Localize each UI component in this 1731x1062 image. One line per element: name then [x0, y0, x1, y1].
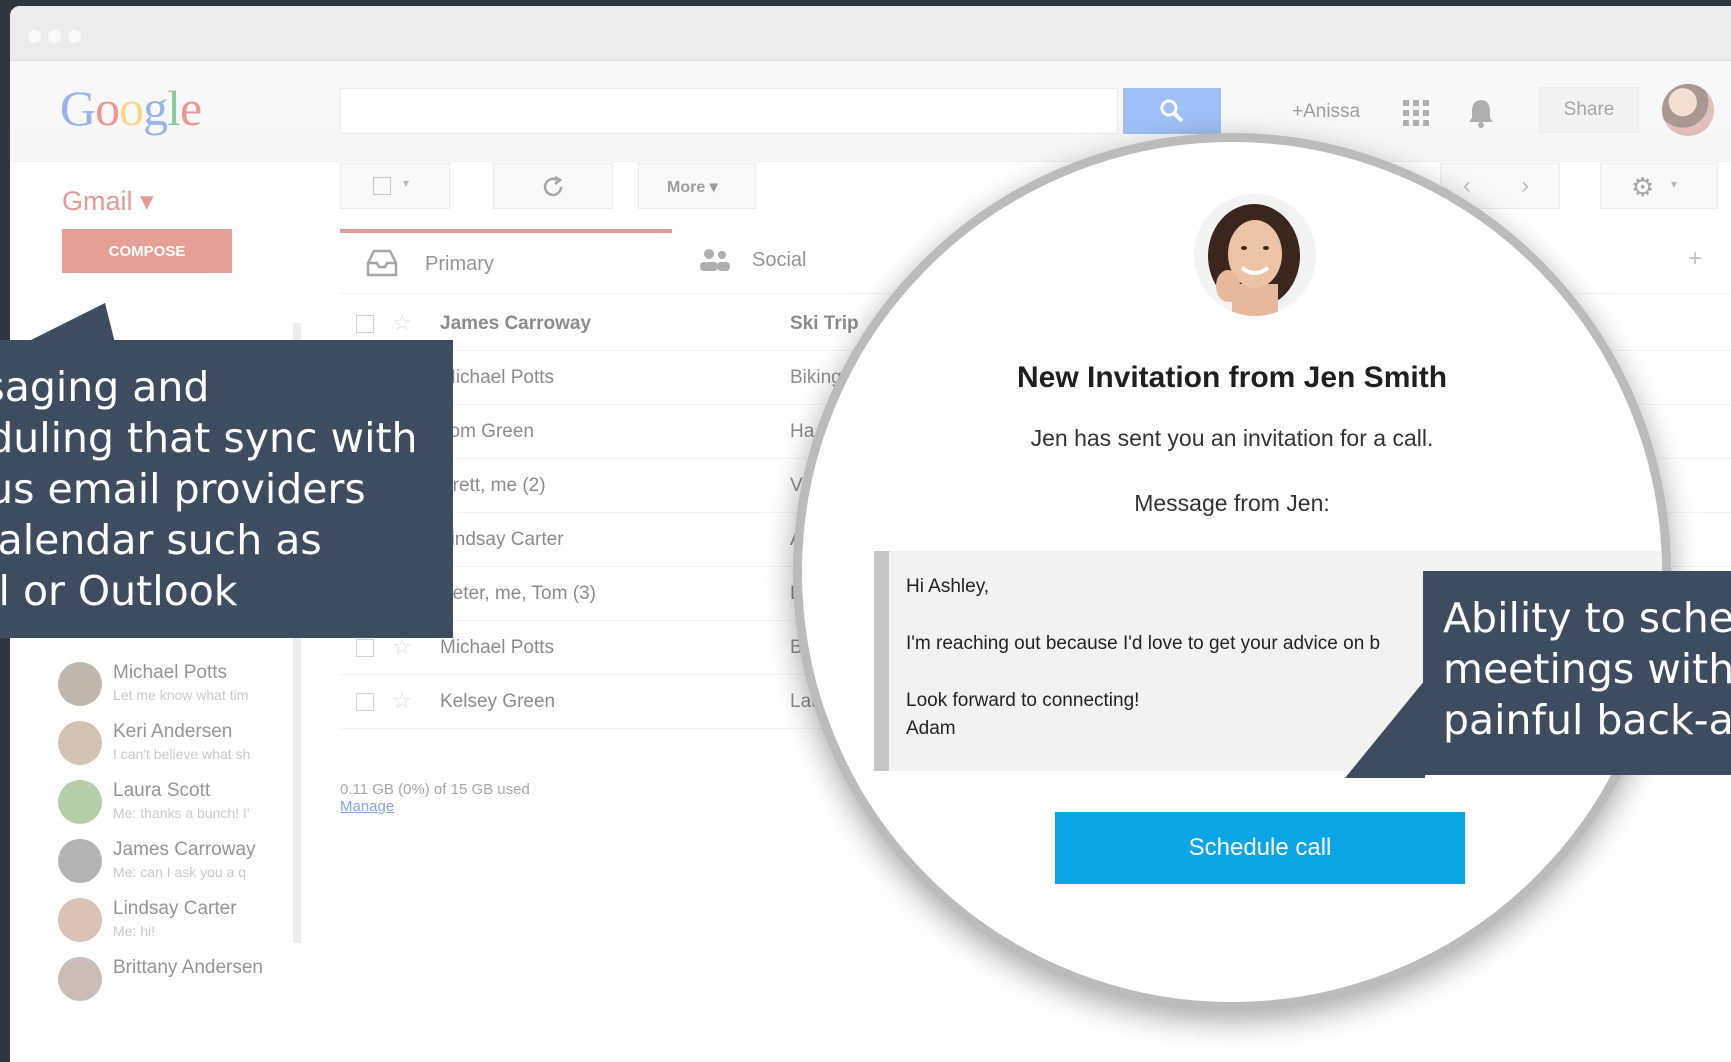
- callout-right: Ability to sched meetings witho painful …: [1423, 571, 1731, 775]
- row-checkbox[interactable]: [356, 639, 374, 657]
- gmail-menu[interactable]: Gmail ▾: [62, 186, 154, 217]
- chevron-down-icon: ▾: [403, 176, 410, 190]
- callout-right-pointer: [1345, 680, 1425, 778]
- logo-letter: e: [180, 80, 202, 136]
- row-sender: Michael Potts: [440, 367, 555, 388]
- window-titlebar: [10, 6, 1731, 61]
- inbox-icon: [366, 249, 398, 277]
- apps-grid-icon[interactable]: [1402, 99, 1430, 127]
- contact-snippet: Let me know what tim: [113, 687, 249, 703]
- chevron-right-icon[interactable]: ›: [1521, 172, 1529, 200]
- list-item[interactable]: Brittany Andersen: [58, 951, 288, 1009]
- row-sender: Brett, me (2): [440, 475, 546, 496]
- tab-primary[interactable]: Primary: [340, 229, 672, 293]
- callout-left: ssaging and eduling that sync with ous e…: [0, 340, 453, 638]
- row-checkbox[interactable]: [356, 315, 374, 333]
- manage-storage-link[interactable]: Manage: [340, 798, 530, 815]
- row-sender: Lindsay Carter: [440, 529, 564, 550]
- row-sender: James Carroway: [440, 313, 592, 334]
- star-icon[interactable]: ☆: [392, 688, 412, 714]
- row-checkbox[interactable]: [356, 693, 374, 711]
- google-logo[interactable]: Google: [60, 79, 202, 137]
- list-item[interactable]: Lindsay Carter Me: hi!: [58, 892, 288, 950]
- invitation-subtitle: Jen has sent you an invitation for a cal…: [1030, 425, 1434, 451]
- account-avatar[interactable]: [1662, 84, 1714, 136]
- add-tab-icon[interactable]: +: [1688, 245, 1702, 273]
- window-maximize-dot[interactable]: [68, 30, 81, 43]
- tab-label: Social: [752, 249, 807, 271]
- list-item[interactable]: James Carroway Me: can I ask you a q: [58, 833, 288, 891]
- avatar: [58, 898, 102, 942]
- search-icon: [1160, 99, 1184, 123]
- row-sender: Kelsey Green: [440, 691, 556, 712]
- callout-left-text: ssaging and eduling that sync with ous e…: [0, 363, 418, 615]
- avatar: [58, 721, 102, 765]
- message-line: Look forward to connecting!: [906, 690, 1140, 711]
- logo-letter: l: [167, 80, 181, 136]
- contact-snippet: Me: can I ask you a q: [113, 864, 247, 880]
- list-item[interactable]: Laura Scott Me: thanks a bunch! I': [58, 774, 288, 832]
- chevron-down-icon: ▾: [1671, 177, 1678, 191]
- contact-snippet: I can't believe what sh: [113, 746, 251, 762]
- select-checkbox-dropdown[interactable]: ▾: [340, 163, 450, 209]
- share-button[interactable]: Share: [1539, 87, 1639, 133]
- row-sender: Tom Green: [440, 421, 534, 442]
- chevron-left-icon[interactable]: ‹: [1463, 172, 1471, 200]
- compose-button[interactable]: COMPOSE: [62, 229, 232, 273]
- list-item[interactable]: Michael Potts Let me know what tim: [58, 656, 288, 714]
- message-line: I'm reaching out because I'd love to get…: [906, 633, 1381, 654]
- logo-letter: G: [60, 80, 96, 136]
- checkbox-icon: [373, 177, 391, 195]
- contact-name: Laura Scott: [113, 780, 211, 801]
- message-line: Adam: [906, 718, 956, 739]
- callout-right-text: Ability to sched meetings witho painful …: [1443, 594, 1731, 744]
- more-button[interactable]: More ▾: [638, 163, 756, 209]
- notifications-bell-icon[interactable]: [1467, 98, 1495, 128]
- message-line: Hi Ashley,: [906, 576, 990, 597]
- avatar: [58, 662, 102, 706]
- list-item[interactable]: Keri Andersen I can't believe what sh: [58, 715, 288, 773]
- woman-portrait-icon: [1194, 194, 1316, 316]
- storage-usage: 0.11 GB (0%) of 15 GB used Manage: [340, 781, 530, 815]
- avatar: [58, 780, 102, 824]
- sender-avatar: [1194, 194, 1316, 316]
- contact-name: Michael Potts: [113, 662, 228, 683]
- message-from-label: Message from Jen:: [1134, 490, 1330, 516]
- more-label: More ▾: [667, 179, 718, 196]
- google-header: Google +Anissa Share: [10, 61, 1731, 162]
- settings-button[interactable]: ⚙ ▾: [1600, 163, 1718, 209]
- logo-letter: o: [95, 80, 120, 136]
- contact-name: Keri Andersen: [113, 721, 233, 742]
- row-subject: Ski Trip: [790, 313, 859, 334]
- schedule-call-button[interactable]: Schedule call: [1055, 812, 1465, 884]
- row-sender: Peter, me, Tom (3): [440, 583, 596, 604]
- refresh-button[interactable]: [493, 163, 613, 209]
- avatar: [58, 957, 102, 1001]
- logo-letter: o: [119, 80, 144, 136]
- logo-letter: g: [143, 80, 168, 136]
- invitation-title: New Invitation from Jen Smith: [1016, 361, 1448, 394]
- search-button[interactable]: [1123, 88, 1221, 134]
- avatar: [58, 839, 102, 883]
- star-icon[interactable]: ☆: [392, 310, 412, 336]
- window-minimize-dot[interactable]: [48, 30, 61, 43]
- storage-text: 0.11 GB (0%) of 15 GB used: [340, 781, 530, 798]
- refresh-icon: [543, 175, 563, 197]
- contact-snippet: Me: thanks a bunch! I': [113, 805, 250, 821]
- people-icon: [700, 249, 730, 271]
- callout-left-pointer: [25, 303, 115, 343]
- contact-name: Lindsay Carter: [113, 898, 237, 919]
- contact-snippet: Me: hi!: [113, 923, 156, 939]
- gear-icon: ⚙: [1631, 172, 1655, 202]
- search-input[interactable]: [340, 88, 1118, 134]
- contact-name: James Carroway: [113, 839, 256, 860]
- contact-name: Brittany Andersen: [113, 957, 263, 978]
- window-close-dot[interactable]: [28, 30, 41, 43]
- chat-contacts-list: Michael Potts Let me know what tim Keri A…: [58, 656, 288, 1010]
- tab-label: Primary: [425, 253, 494, 275]
- user-profile-link[interactable]: +Anissa: [1292, 101, 1360, 123]
- row-sender: Michael Potts: [440, 637, 555, 658]
